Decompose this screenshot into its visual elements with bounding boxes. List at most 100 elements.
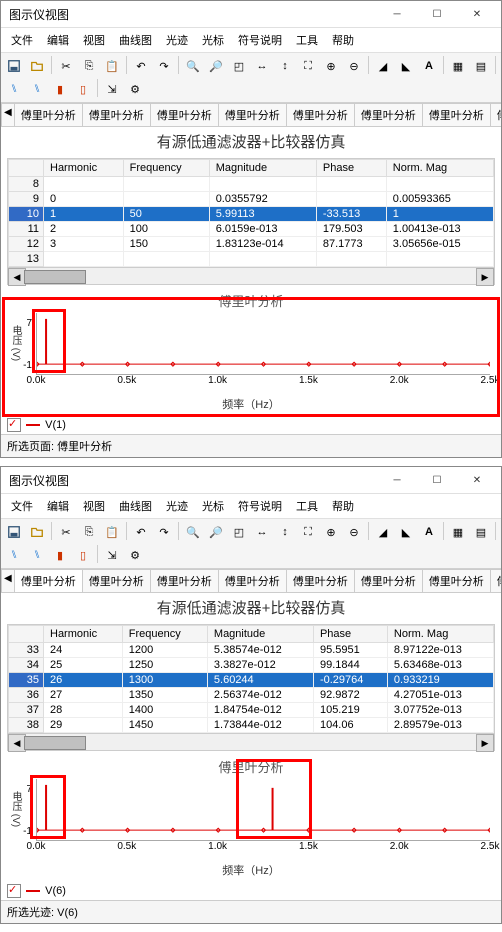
col-phase[interactable]: Phase [316, 160, 386, 177]
table-row[interactable]: 1231501.83123e-01487.17733.05656e-015 [9, 237, 494, 252]
zoom-tool-icon[interactable]: ⊕ [320, 55, 342, 77]
tab[interactable]: 傅里叶分析 [422, 103, 491, 126]
table-row-selected[interactable]: 101505.99113-33.5131 [9, 207, 494, 222]
tab-first[interactable]: ◀ [1, 103, 15, 126]
menu-graph[interactable]: 曲线图 [113, 496, 158, 516]
tab[interactable]: 傅里叶分析 [286, 103, 355, 126]
zoom-x-icon[interactable]: ↔ [251, 521, 273, 543]
grid-icon[interactable]: ▦ [447, 55, 469, 77]
open-icon[interactable] [26, 55, 48, 77]
zoom-fit-icon[interactable]: ⛶ [297, 55, 319, 77]
redo-icon[interactable]: ↷ [153, 521, 175, 543]
scroll-right-icon[interactable]: ▶ [476, 268, 494, 286]
zoom-tool2-icon[interactable]: ⊖ [343, 521, 365, 543]
cursor2-icon[interactable]: ◣ [395, 55, 417, 77]
legend-icon[interactable]: ▤ [470, 521, 492, 543]
chart1-icon[interactable]: ⑊ [3, 78, 25, 100]
menu-view[interactable]: 视图 [77, 496, 111, 516]
col-harmonic[interactable]: Harmonic [44, 626, 123, 643]
cursor1-icon[interactable]: ◢ [372, 521, 394, 543]
text-icon[interactable]: A [418, 55, 440, 77]
zoom-y-icon[interactable]: ↕ [274, 521, 296, 543]
tab-first[interactable]: ◀ [1, 569, 15, 592]
zoom-fit-icon[interactable]: ⛶ [297, 521, 319, 543]
col-magnitude[interactable]: Magnitude [207, 626, 313, 643]
chart4-icon[interactable]: ▯ [72, 544, 94, 566]
minimize-button[interactable]: ─ [377, 467, 417, 493]
table-row[interactable]: 382914501.73844e-012104.062.89579e-013 [9, 718, 494, 733]
legend-checkbox[interactable] [7, 884, 21, 898]
cut-icon[interactable]: ✂ [55, 521, 77, 543]
maximize-button[interactable]: ☐ [417, 1, 457, 27]
col-magnitude[interactable]: Magnitude [209, 160, 316, 177]
chart4-icon[interactable]: ▯ [72, 78, 94, 100]
menu-file[interactable]: 文件 [5, 30, 39, 50]
tab[interactable]: 傅里叶分析 [354, 569, 423, 592]
settings-icon[interactable]: ⚙ [124, 544, 146, 566]
zoom-tool2-icon[interactable]: ⊖ [343, 55, 365, 77]
grid-icon[interactable]: ▦ [447, 521, 469, 543]
table-row[interactable]: 8 [9, 177, 494, 192]
menu-graph[interactable]: 曲线图 [113, 30, 158, 50]
chart1-icon[interactable]: ⑊ [3, 544, 25, 566]
table-row[interactable]: 900.03557920.00593365 [9, 192, 494, 207]
zoom-in-icon[interactable]: 🔍 [182, 521, 204, 543]
zoom-y-icon[interactable]: ↕ [274, 55, 296, 77]
col-norm-mag[interactable]: Norm. Mag [386, 160, 493, 177]
close-button[interactable]: ✕ [457, 1, 497, 27]
open-icon[interactable] [26, 521, 48, 543]
undo-icon[interactable]: ↶ [130, 521, 152, 543]
minimize-button[interactable]: ─ [377, 1, 417, 27]
menu-symbol[interactable]: 符号说明 [232, 496, 288, 516]
tab[interactable]: 傅里叶分析 [490, 103, 501, 126]
col-frequency[interactable]: Frequency [122, 626, 207, 643]
zoom-out-icon[interactable]: 🔎 [205, 55, 227, 77]
chart2-icon[interactable]: ⑊ [26, 544, 48, 566]
menu-edit[interactable]: 编辑 [41, 30, 75, 50]
zoom-area-icon[interactable]: ◰ [228, 521, 250, 543]
menu-view[interactable]: 视图 [77, 30, 111, 50]
table-scrollbar[interactable]: ◀▶ [8, 267, 494, 284]
tab[interactable]: 傅里叶分析 [150, 569, 219, 592]
cursor2-icon[interactable]: ◣ [395, 521, 417, 543]
menu-help[interactable]: 帮助 [326, 30, 360, 50]
col-harmonic[interactable]: Harmonic [44, 160, 124, 177]
plot[interactable] [36, 779, 490, 841]
table-scrollbar[interactable]: ◀▶ [8, 733, 494, 750]
paste-icon[interactable]: 📋 [101, 55, 123, 77]
table-row[interactable]: 332412005.38574e-01295.59518.97122e-013 [9, 643, 494, 658]
chart3-icon[interactable]: ▮ [49, 78, 71, 100]
save-icon[interactable] [3, 521, 25, 543]
legend-icon[interactable]: ▤ [470, 55, 492, 77]
table-row[interactable]: 1121006.0159e-013179.5031.00413e-013 [9, 222, 494, 237]
table-row[interactable]: 362713502.56374e-01292.98724.27051e-013 [9, 688, 494, 703]
table-row[interactable]: 13 [9, 252, 494, 267]
tab[interactable]: 傅里叶分析 [490, 569, 501, 592]
close-button[interactable]: ✕ [457, 467, 497, 493]
scroll-right-icon[interactable]: ▶ [476, 734, 494, 752]
redo-icon[interactable]: ↷ [153, 55, 175, 77]
tab-active[interactable]: 傅里叶分析 [14, 569, 83, 592]
cursor1-icon[interactable]: ◢ [372, 55, 394, 77]
maximize-button[interactable]: ☐ [417, 467, 457, 493]
copy-icon[interactable]: ⎘ [78, 55, 100, 77]
menu-file[interactable]: 文件 [5, 496, 39, 516]
col-norm-mag[interactable]: Norm. Mag [387, 626, 493, 643]
settings-icon[interactable]: ⚙ [124, 78, 146, 100]
menu-cursor[interactable]: 光标 [196, 496, 230, 516]
tab[interactable]: 傅里叶分析 [422, 569, 491, 592]
chart3-icon[interactable]: ▮ [49, 544, 71, 566]
tab[interactable]: 傅里叶分析 [150, 103, 219, 126]
chart-area[interactable]: 电压 (V) 7 -1 0.0k 0.5k 1.0k 1.5k [7, 778, 495, 860]
zoom-out-icon[interactable]: 🔎 [205, 521, 227, 543]
tab[interactable]: 傅里叶分析 [354, 103, 423, 126]
menu-trace[interactable]: 光迹 [160, 30, 194, 50]
cut-icon[interactable]: ✂ [55, 55, 77, 77]
legend-checkbox[interactable] [7, 418, 21, 432]
zoom-x-icon[interactable]: ↔ [251, 55, 273, 77]
undo-icon[interactable]: ↶ [130, 55, 152, 77]
menu-help[interactable]: 帮助 [326, 496, 360, 516]
table-row-selected[interactable]: 352613005.60244-0.297640.933219 [9, 673, 494, 688]
table-row[interactable]: 342512503.3827e-01299.18445.63468e-013 [9, 658, 494, 673]
tab[interactable]: 傅里叶分析 [82, 569, 151, 592]
